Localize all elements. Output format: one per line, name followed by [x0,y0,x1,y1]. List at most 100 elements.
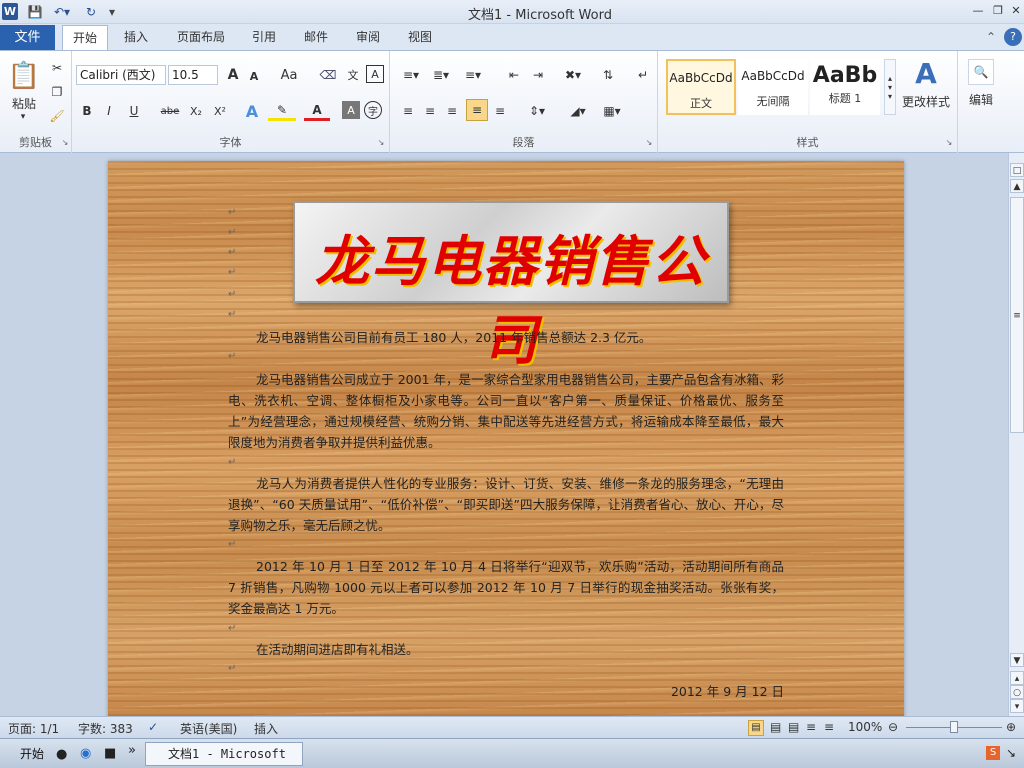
document-page[interactable]: ↵ ↵ ↵ ↵ ↵ ↵ 龙马电器销售公司 龙马电器销售公司目前有员工 180 人… [108,161,904,716]
grow-font-icon[interactable]: A [224,65,242,85]
cut-icon[interactable]: ✂ [48,59,66,77]
numbering-icon[interactable]: ≣▾ [428,65,454,85]
start-button[interactable]: 开始 [2,742,50,766]
align-right-icon[interactable]: ≡ [442,101,462,121]
scroll-thumb[interactable]: ≡ [1010,197,1024,433]
font-color-icon[interactable]: A [304,101,330,121]
proofing-icon[interactable]: ✓ [148,720,158,734]
phonetic-guide-icon[interactable]: 文 [342,65,364,85]
character-border-icon[interactable]: A [366,65,384,83]
paste-button[interactable]: 粘贴 [4,95,44,111]
binoculars-icon[interactable]: 🔍 [968,59,994,85]
zoom-in-icon[interactable]: ⊕ [1006,720,1016,734]
justify-icon[interactable]: ≡ [466,99,488,121]
asian-layout-icon[interactable]: ✖▾ [560,65,586,85]
more-apps-icon[interactable]: » [128,743,136,758]
outline-view-icon[interactable]: ≡ [806,720,816,734]
paragraph-launcher-icon[interactable]: ↘ [644,137,654,147]
tab-home[interactable]: 开始 [62,25,108,50]
bold-button[interactable]: B [78,101,96,121]
tab-mailings[interactable]: 邮件 [296,25,336,50]
tab-file[interactable]: 文件 [0,25,55,50]
print-layout-icon[interactable]: ▤ [748,720,764,736]
enclose-characters-icon[interactable]: 字 [364,101,382,119]
previous-page-icon[interactable]: ▴ [1010,671,1024,685]
tab-insert[interactable]: 插入 [114,25,158,50]
word-count[interactable]: 字数: 383 [78,720,133,737]
align-center-icon[interactable]: ≡ [420,101,440,121]
decrease-indent-icon[interactable]: ⇤ [504,65,524,85]
clear-format-icon[interactable]: ⌫ [318,65,338,85]
full-screen-reading-icon[interactable]: ▤ [770,720,781,734]
style-heading-1[interactable]: AaBb 标题 1 [810,59,880,115]
tab-view[interactable]: 视图 [400,25,440,50]
ruler-toggle-icon[interactable]: □ [1010,163,1024,177]
change-case-icon[interactable]: Aa [276,65,302,85]
sort-icon[interactable]: ⇅ [598,65,618,85]
font-size-dropdown[interactable]: 10.5 [168,65,218,85]
tray-app-icon[interactable]: S [986,746,1000,760]
multilevel-list-icon[interactable]: ≡▾ [460,65,486,85]
draft-view-icon[interactable]: ≡ [824,720,834,734]
font-launcher-icon[interactable]: ↘ [376,137,386,147]
scroll-up-icon[interactable]: ▲ [1010,179,1024,193]
tray-network-icon[interactable]: ↘ [1006,746,1016,760]
tab-review[interactable]: 审阅 [348,25,388,50]
zoom-level[interactable]: 100% [848,720,882,734]
line-spacing-icon[interactable]: ⇕▾ [524,101,550,121]
help-icon[interactable]: ? [1004,28,1022,46]
paste-dropdown-icon[interactable]: ▾ [16,111,30,123]
subscript-button[interactable]: X₂ [186,101,206,121]
page-count[interactable]: 页面: 1/1 [8,720,59,737]
app-icon[interactable]: ■ [104,746,116,761]
strikethrough-button[interactable]: abe [158,101,182,121]
browse-object-icon[interactable]: ○ [1010,685,1024,699]
tab-references[interactable]: 引用 [244,25,284,50]
copy-icon[interactable]: ❐ [48,83,66,101]
borders-icon[interactable]: ▦▾ [598,101,626,121]
shading-icon[interactable]: ◢▾ [564,101,592,121]
zoom-slider-thumb[interactable] [950,721,958,733]
show-marks-icon[interactable]: ↵ [634,65,652,85]
editing-button[interactable]: 编辑 [962,91,1000,107]
bullets-icon[interactable]: ≡▾ [398,65,424,85]
text-effects-icon[interactable]: A [240,101,264,121]
change-styles-icon[interactable]: A [906,57,946,90]
styles-launcher-icon[interactable]: ↘ [944,137,954,147]
styles-group-label: 样式 [796,136,819,149]
close-icon[interactable]: ✕ [1006,2,1024,20]
highlight-icon[interactable]: ✎ [268,101,296,121]
title-bar: W 💾 ↶▾ ↻ ▾ 文档1 - Microsoft Word — ❐ ✕ [0,0,1024,24]
distributed-icon[interactable]: ≡ [490,101,510,121]
explorer-icon[interactable]: ● [56,747,67,762]
minimize-ribbon-icon[interactable]: ⌃ [984,25,998,50]
browser-icon[interactable]: ◉ [80,746,91,761]
clipboard-launcher-icon[interactable]: ↘ [60,137,70,147]
wordart-banner[interactable]: 龙马电器销售公司 [293,201,729,372]
zoom-out-icon[interactable]: ⊖ [888,720,898,734]
web-layout-icon[interactable]: ▤ [788,720,799,734]
insert-mode[interactable]: 插入 [254,720,278,737]
scroll-down-icon[interactable]: ▼ [1010,653,1024,667]
next-page-icon[interactable]: ▾ [1010,699,1024,713]
language[interactable]: 英语(美国) [180,720,237,737]
change-styles-button[interactable]: 更改样式 [898,93,954,109]
styles-scroll-icon[interactable]: ▴ ▾ ▾ [884,59,896,115]
font-name-dropdown[interactable]: Calibri (西文) [76,65,166,85]
shrink-font-icon[interactable]: A [246,67,262,85]
paste-icon[interactable]: 📋 [6,57,42,95]
italic-button[interactable]: I [100,101,118,121]
restore-icon[interactable]: ❐ [988,2,1008,20]
character-shading-icon[interactable]: A [342,101,360,119]
increase-indent-icon[interactable]: ⇥ [528,65,548,85]
underline-button[interactable]: U [124,101,144,121]
superscript-button[interactable]: X² [210,101,230,121]
tab-page-layout[interactable]: 页面布局 [170,25,232,50]
minimize-icon[interactable]: — [968,2,988,20]
format-painter-icon[interactable]: 🖌 [48,107,66,125]
align-left-icon[interactable]: ≡ [398,101,418,121]
style-normal[interactable]: AaBbCcDd 正文 [666,59,736,115]
taskbar-word-window[interactable]: 文档1 - Microsoft Word [145,742,303,766]
style-no-spacing[interactable]: AaBbCcDd 无间隔 [738,59,808,115]
vertical-scrollbar[interactable]: □ ▲ ≡ ▼ ▴ ○ ▾ [1008,153,1024,716]
